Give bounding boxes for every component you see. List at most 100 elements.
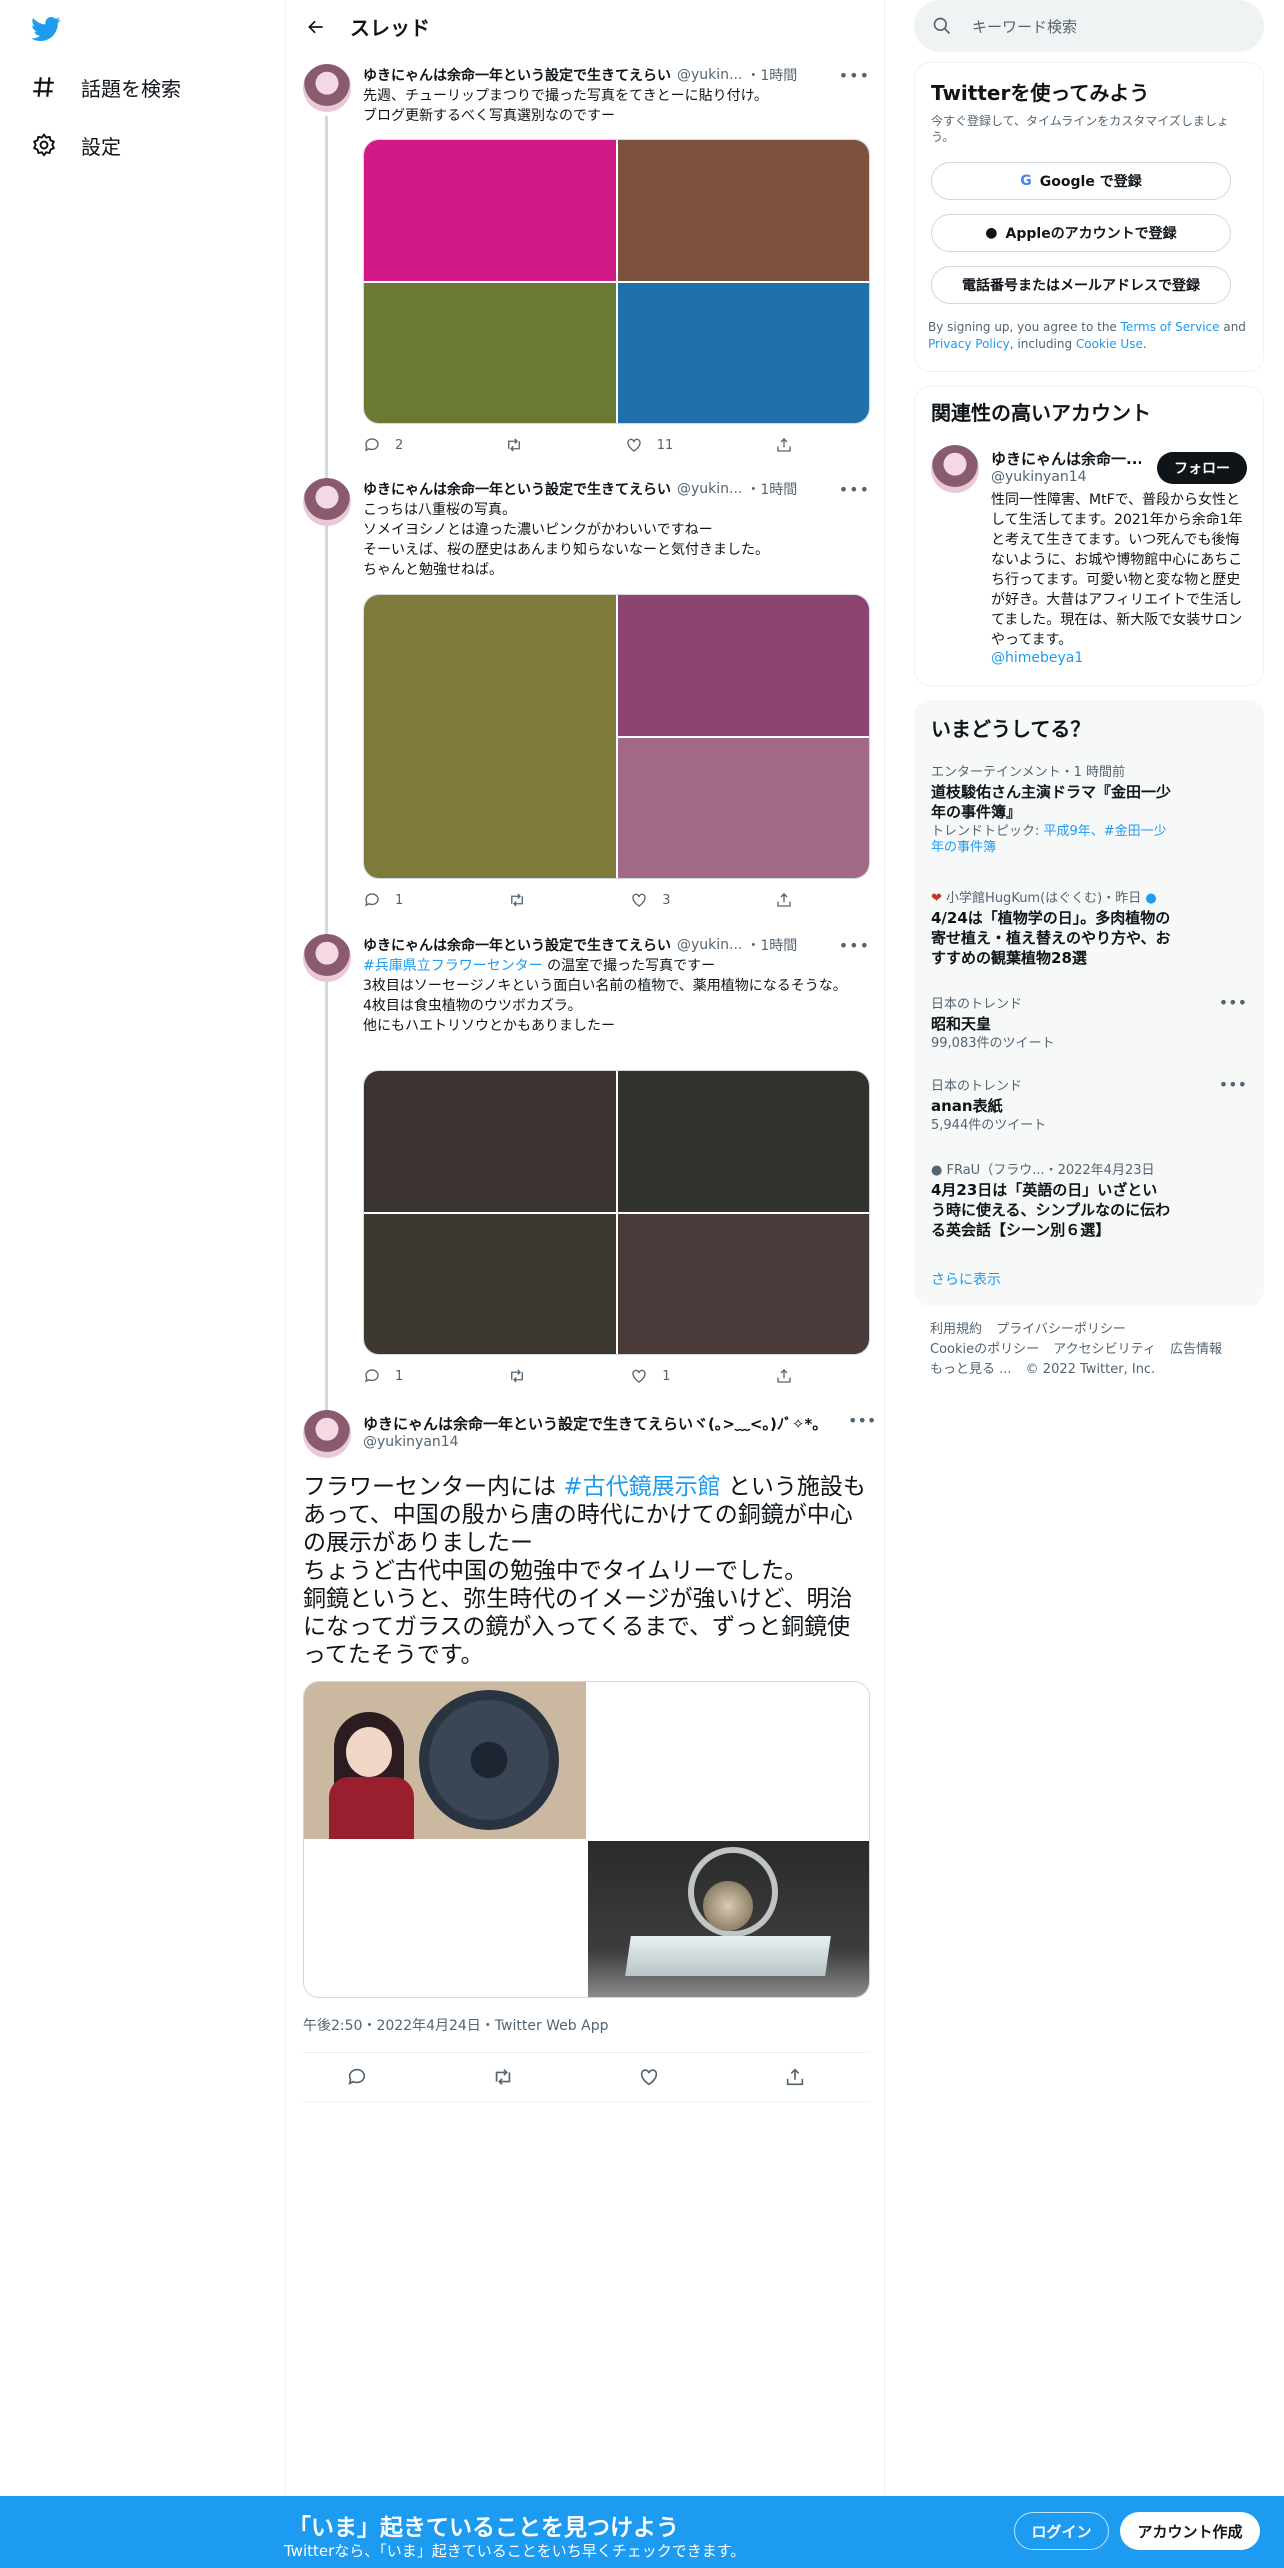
author-handle[interactable]: @yukin...: [677, 481, 742, 497]
share-button[interactable]: [775, 1367, 793, 1385]
share-button[interactable]: [775, 436, 793, 454]
follow-button[interactable]: フォロー: [1157, 452, 1247, 484]
avatar[interactable]: [303, 478, 351, 526]
footer-link[interactable]: もっと見る ...: [930, 1362, 1012, 1377]
trend-item[interactable]: エンターテインメント・1 時間前 道枝駿佑さん主演ドラマ『金田一少年の事件簿』 …: [931, 761, 1247, 856]
reply-button[interactable]: [346, 2066, 368, 2088]
author-name[interactable]: ゆきにゃんは余命一年という設定で生きてえらい: [363, 935, 671, 955]
more-icon[interactable]: •••: [839, 480, 870, 499]
related-handle[interactable]: @yukinyan14: [991, 469, 1087, 485]
author-name[interactable]: ゆきにゃんは余命一年という設定で生きてえらい: [363, 65, 671, 85]
reply-button[interactable]: 1: [363, 1367, 403, 1385]
tweet-text: こっちは八重桜の写真。 ソメイヨシノとは違った濃いピンクがかわいいですねー そー…: [363, 502, 769, 578]
retweet-button[interactable]: [508, 1367, 526, 1385]
hashtag-link[interactable]: #兵庫県立フラワーセンター: [363, 958, 543, 974]
media-photo[interactable]: [304, 1840, 586, 1997]
trend-item[interactable]: 日本のトレンド anan表紙 5,944件のツイート •••: [931, 1075, 1247, 1134]
like-button[interactable]: 11: [625, 436, 673, 454]
media-photo[interactable]: [364, 140, 616, 281]
reply-count: 2: [395, 437, 404, 453]
tweet-time[interactable]: 1時間: [760, 938, 797, 954]
avatar[interactable]: [303, 1410, 351, 1458]
main-tweet-text: フラワーセンター内には #古代鏡展示館 という施設もあって、中国の殷から唐の時代…: [303, 1473, 873, 1669]
login-button[interactable]: ログイン: [1014, 2512, 1109, 2550]
create-account-button[interactable]: アカウント作成: [1120, 2512, 1260, 2550]
media-photo[interactable]: [364, 1213, 616, 1354]
author-name[interactable]: ゆきにゃんは余命一年という設定で生きてえらいヾ(｡>﹏<｡)ﾉﾞ✧*。: [363, 1413, 843, 1434]
media-photo[interactable]: [617, 1213, 869, 1354]
media-photo[interactable]: [587, 1840, 869, 1997]
author-handle[interactable]: @yukinyan14: [363, 1434, 459, 1450]
media-photo[interactable]: [364, 1071, 616, 1212]
search-box[interactable]: キーワード検索: [914, 0, 1264, 52]
reply-button[interactable]: 2: [363, 436, 403, 454]
media-photo[interactable]: [304, 1682, 586, 1839]
media-photo[interactable]: [617, 1071, 869, 1212]
avatar[interactable]: [303, 934, 351, 982]
tos-link[interactable]: Terms of Service: [1121, 320, 1220, 334]
apple-signup-button[interactable]: ● Appleのアカウントで登録: [931, 214, 1231, 252]
nav-item-explore[interactable]: 話題を検索: [30, 67, 181, 107]
heart-icon: [632, 1369, 646, 1383]
like-button[interactable]: 3: [630, 891, 671, 909]
thread-tweet[interactable]: ゆきにゃんは余命一年という設定で生きてえらい @yukin... ・1時間 ••…: [286, 478, 886, 918]
avatar[interactable]: [931, 445, 979, 493]
media-photo[interactable]: [364, 595, 616, 878]
media-photo[interactable]: [617, 595, 869, 736]
footer-link[interactable]: Cookieのポリシー: [930, 1342, 1039, 1357]
media-photo[interactable]: [617, 140, 869, 281]
privacy-link[interactable]: Privacy Policy: [928, 337, 1010, 351]
more-icon[interactable]: •••: [848, 1411, 876, 1430]
trend-item[interactable]: 日本のトレンド 昭和天皇 99,083件のツイート •••: [931, 993, 1247, 1052]
media-photo[interactable]: [617, 282, 869, 423]
more-icon[interactable]: •••: [1219, 1075, 1247, 1094]
legal-text: and: [1219, 320, 1246, 334]
more-icon[interactable]: •••: [1219, 993, 1247, 1012]
more-icon[interactable]: •••: [839, 936, 870, 955]
tweet-actions: 1 1: [363, 1366, 793, 1386]
nav-item-settings[interactable]: 設定: [30, 125, 121, 165]
share-button[interactable]: [775, 891, 793, 909]
media-photo[interactable]: [364, 282, 616, 423]
thread-tweet[interactable]: ゆきにゃんは余命一年という設定で生きてえらい @yukin... ・1時間 ••…: [286, 934, 886, 1394]
thread-tweet[interactable]: ゆきにゃんは余命一年という設定で生きてえらい @yukin... ・1時間 ••…: [286, 64, 886, 470]
retweet-button[interactable]: [508, 891, 526, 909]
reply-button[interactable]: 1: [363, 891, 403, 909]
media-photo[interactable]: [587, 1682, 869, 1839]
hashtag-link[interactable]: #古代鏡展示館: [563, 1474, 720, 1500]
twitter-logo-icon[interactable]: [30, 14, 62, 44]
hugkum-logo-icon: ❤: [931, 891, 942, 906]
footer-link[interactable]: アクセシビリティ: [1053, 1342, 1156, 1357]
back-arrow-icon[interactable]: [298, 9, 334, 45]
retweet-button[interactable]: [492, 2066, 514, 2088]
legal-text: By signing up, you agree to the: [928, 320, 1121, 334]
author-name[interactable]: ゆきにゃんは余命一年という設定で生きてえらい: [363, 479, 671, 499]
more-icon[interactable]: •••: [839, 66, 870, 85]
like-button[interactable]: 1: [630, 1367, 671, 1385]
like-button[interactable]: [638, 2066, 660, 2088]
author-handle[interactable]: @yukin...: [677, 937, 742, 953]
related-bio-link[interactable]: @himebeya1: [991, 650, 1083, 666]
related-name[interactable]: ゆきにゃんは余命一...: [991, 448, 1141, 469]
cookie-link[interactable]: Cookie Use: [1076, 337, 1143, 351]
legal-text: , including: [1009, 337, 1076, 351]
tweet-meta[interactable]: 午後2:50・2022年4月24日・Twitter Web App: [303, 2015, 608, 2035]
tweet-time[interactable]: 1時間: [760, 68, 797, 84]
footer-link[interactable]: プライバシーポリシー: [996, 1322, 1126, 1337]
media-photo[interactable]: [617, 737, 869, 878]
google-signup-button[interactable]: G Google で登録: [931, 162, 1231, 200]
google-signup-label: Google で登録: [1039, 174, 1142, 190]
author-handle[interactable]: @yukin...: [677, 67, 742, 83]
signup-banner: 「いま」起きていることを見つけよう Twitterなら、「いま」起きていることを…: [0, 2496, 1284, 2568]
avatar[interactable]: [303, 64, 351, 112]
footer-link[interactable]: 広告情報: [1170, 1342, 1222, 1357]
phone-signup-button[interactable]: 電話番号またはメールアドレスで登録: [931, 266, 1231, 304]
trend-item[interactable]: ● FRaU（フラウ...・2022年4月23日 4月23日は「英語の日」いざと…: [931, 1159, 1247, 1240]
footer-link[interactable]: 利用規約: [930, 1322, 982, 1337]
retweet-button[interactable]: [505, 436, 523, 454]
share-button[interactable]: [784, 2066, 806, 2088]
show-more-link[interactable]: さらに表示: [931, 1269, 1001, 1289]
tweet-time[interactable]: 1時間: [760, 482, 797, 498]
verified-badge-icon: ●: [1145, 891, 1157, 906]
trend-item[interactable]: ❤ 小学館HugKum(はぐくむ)・昨日 ● 4/24は「植物学の日」。多肉植物…: [931, 887, 1247, 968]
